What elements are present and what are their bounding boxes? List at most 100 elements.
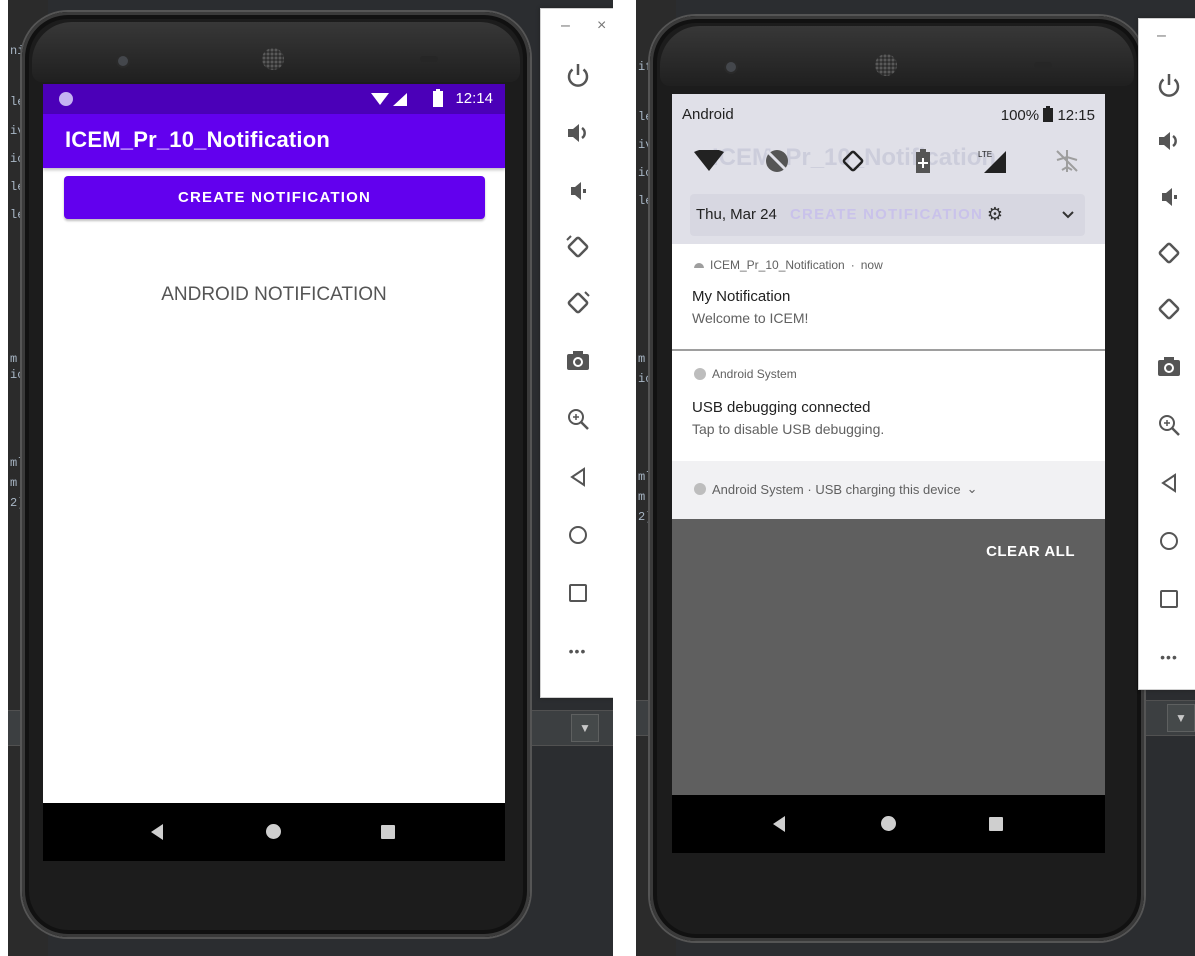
zoom-button[interactable] — [541, 397, 613, 441]
app-title: ICEM_Pr_10_Notification — [65, 127, 331, 152]
camera-icon — [566, 351, 589, 370]
svg-text:LTE: LTE — [978, 150, 992, 159]
phone-frame: 12:14 ICEM_Pr_10_Notification CREATE NOT… — [22, 12, 530, 937]
volume-up-icon — [567, 124, 586, 142]
more-button[interactable]: ••• — [541, 629, 613, 673]
right-emulator-panel: if le iv ic le m io ml m 2) ▼ Android 10… — [636, 0, 1195, 956]
volume-down-button[interactable] — [541, 169, 613, 213]
home-button[interactable] — [541, 513, 613, 557]
back-button[interactable] — [541, 455, 613, 499]
home-icon — [568, 526, 587, 544]
background-create-button: CREATE NOTIFICATION — [790, 206, 984, 223]
power-button[interactable] — [1139, 63, 1195, 107]
back-icon — [569, 467, 585, 487]
quick-settings-panel: Android 100% 12:15 ICEM_Pr_10_Notificati… — [672, 94, 1105, 244]
app-bar: ICEM_Pr_10_Notification — [43, 114, 505, 168]
rotate-left-icon — [565, 235, 588, 258]
chevron-down-icon: ⌄ — [966, 481, 978, 496]
phone-screen: 12:14 ICEM_Pr_10_Notification CREATE NOT… — [43, 84, 505, 861]
minimize-button[interactable]: – — [1157, 27, 1166, 45]
rotate-right-icon — [1158, 298, 1180, 320]
more-icon: ••• — [1160, 649, 1178, 665]
status-time: 12:14 — [455, 90, 493, 107]
battery-saver-icon — [916, 149, 930, 173]
close-button[interactable]: × — [597, 17, 606, 35]
notification-text: Tap to disable USB debugging. — [692, 421, 885, 437]
notification-header: ICEM_Pr_10_Notification · now — [694, 258, 883, 272]
cell-signal-icon: LTE — [978, 150, 1006, 173]
notification-header: Android System · USB charging this devic… — [694, 481, 977, 497]
nav-back-icon[interactable] — [151, 824, 163, 840]
phone-speaker — [875, 54, 897, 76]
zoom-button[interactable] — [1139, 403, 1195, 447]
overview-button[interactable] — [541, 571, 613, 615]
battery-time-label: 100% 12:15 — [1000, 106, 1095, 124]
more-button[interactable]: ••• — [1139, 635, 1195, 679]
clear-all-button[interactable]: CLEAR ALL — [980, 542, 1081, 561]
front-camera — [724, 60, 738, 74]
notification-dot-icon — [59, 92, 73, 106]
dnd-tile[interactable] — [760, 144, 794, 178]
overview-button[interactable] — [1139, 577, 1195, 621]
notification-app-name: ICEM_Pr_10_Notification — [710, 258, 845, 272]
screenshot-button[interactable] — [541, 339, 613, 383]
nav-home-icon[interactable] — [266, 824, 281, 839]
rotate-right-button[interactable] — [541, 281, 613, 325]
battery-icon — [433, 89, 443, 107]
create-notification-button[interactable]: CREATE NOTIFICATION — [64, 176, 485, 219]
back-icon — [1161, 473, 1176, 493]
phone-screen: Android 100% 12:15 ICEM_Pr_10_Notificati… — [672, 94, 1105, 853]
notification-my-notification[interactable]: ICEM_Pr_10_Notification · now My Notific… — [672, 244, 1105, 349]
home-button[interactable] — [1139, 519, 1195, 563]
signal-icon — [371, 93, 407, 106]
airplane-mode-icon — [1056, 150, 1078, 172]
wifi-tile[interactable] — [692, 144, 726, 178]
phone-sensor — [1034, 62, 1052, 68]
rotate-right-icon — [567, 291, 590, 314]
carrier-label: Android — [682, 106, 734, 123]
back-button[interactable] — [1139, 461, 1195, 505]
nav-back-icon[interactable] — [773, 816, 785, 832]
camera-icon — [1158, 357, 1180, 376]
power-icon — [1158, 74, 1180, 97]
android-notification-label: ANDROID NOTIFICATION — [161, 284, 387, 305]
notification-summary: Android System · USB charging this devic… — [712, 481, 961, 497]
status-bar: 12:14 — [43, 84, 505, 114]
airplane-mode-tile[interactable] — [1050, 144, 1084, 178]
rotate-left-button[interactable] — [541, 225, 613, 269]
rotate-left-button[interactable] — [1139, 231, 1195, 275]
app-small-icon — [694, 263, 704, 268]
settings-gear-icon[interactable]: ⚙ — [987, 204, 1003, 225]
volume-up-button[interactable] — [1139, 119, 1195, 163]
battery-icon — [1043, 106, 1054, 122]
volume-down-icon — [1162, 188, 1177, 206]
nav-recents-icon[interactable] — [989, 817, 1003, 831]
volume-down-icon — [570, 182, 586, 200]
ide-dropdown-button[interactable]: ▼ — [1167, 704, 1195, 732]
minimize-button[interactable]: – — [561, 17, 570, 35]
power-button[interactable] — [541, 53, 613, 97]
rotate-left-icon — [1158, 242, 1180, 264]
battery-saver-tile[interactable] — [906, 144, 940, 178]
phone-sensor — [420, 56, 438, 62]
auto-rotate-tile[interactable] — [836, 144, 870, 178]
android-system-icon — [694, 368, 706, 380]
nav-home-icon[interactable] — [881, 816, 896, 831]
rotate-right-button[interactable] — [1139, 287, 1195, 331]
nav-bar — [43, 803, 505, 861]
volume-down-button[interactable] — [1139, 175, 1195, 219]
overview-icon — [1160, 590, 1178, 608]
volume-up-button[interactable] — [541, 111, 613, 155]
mobile-data-tile[interactable]: LTE — [976, 144, 1010, 178]
notification-app-name: Android System — [712, 367, 797, 381]
screenshot-button[interactable] — [1139, 345, 1195, 389]
zoom-icon — [1159, 415, 1180, 436]
notification-title: My Notification — [692, 288, 791, 305]
nav-recents-icon[interactable] — [381, 825, 395, 839]
expand-chevron-icon[interactable] — [1061, 210, 1075, 220]
notification-usb-debugging[interactable]: Android System USB debugging connected T… — [672, 351, 1105, 461]
android-system-icon — [694, 483, 706, 495]
ide-dropdown-button[interactable]: ▼ — [571, 714, 599, 742]
notification-usb-charging[interactable]: Android System · USB charging this devic… — [672, 461, 1105, 519]
notification-text: Welcome to ICEM! — [692, 310, 809, 326]
